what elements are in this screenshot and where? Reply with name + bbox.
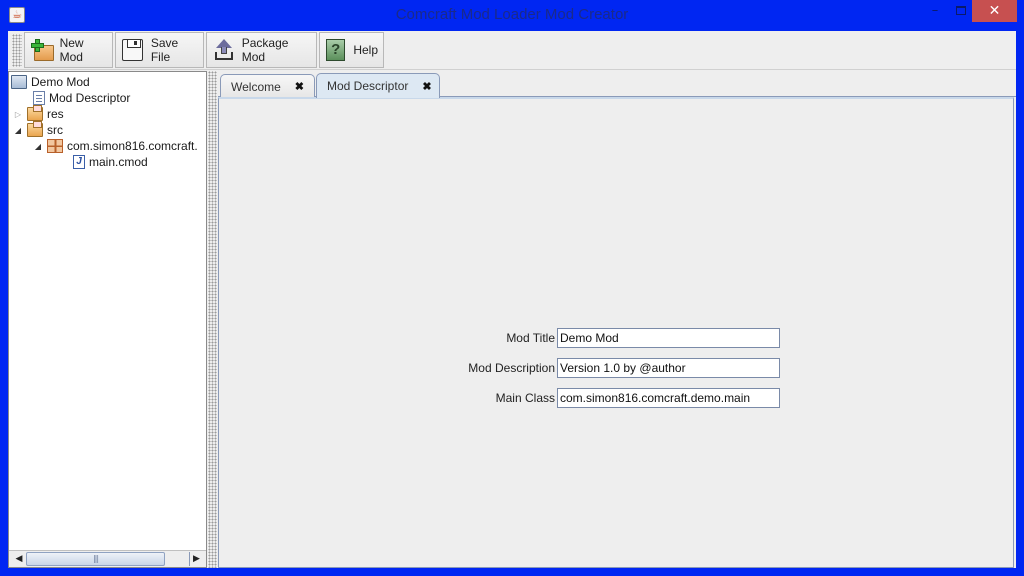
- tree-node-main-cmod[interactable]: J main.cmod: [73, 154, 148, 170]
- package-icon: [47, 139, 63, 153]
- help-icon: ?: [326, 39, 346, 61]
- save-file-button[interactable]: Save File: [115, 32, 204, 68]
- main-class-row: Main Class: [427, 388, 780, 408]
- new-folder-icon: [31, 39, 54, 61]
- split-pane-divider[interactable]: [208, 71, 217, 568]
- tree-node-package[interactable]: ◢ com.simon816.comcraft.: [33, 138, 198, 154]
- collapse-icon[interactable]: ◢: [13, 126, 23, 135]
- editor-tabs: Welcome ✖ Mod Descriptor ✖ Mod Title Mod…: [218, 71, 1016, 568]
- tree-node-label: com.simon816.comcraft.: [67, 139, 198, 153]
- toolbar: New Mod Save File Package Mod ? Help: [8, 31, 1016, 70]
- folder-icon: [27, 121, 43, 137]
- mod-title-row: Mod Title: [427, 328, 780, 348]
- client-area: New Mod Save File Package Mod ? Help Dem…: [8, 31, 1016, 568]
- app-window: ☕ Comcraft Mod Loader Mod Creator – ✕ Ne…: [0, 0, 1024, 576]
- scroll-right-button[interactable]: ▶: [189, 552, 203, 566]
- main-class-input[interactable]: [557, 388, 780, 408]
- java-file-icon: J: [73, 155, 85, 169]
- tab-mod-descriptor[interactable]: Mod Descriptor ✖: [316, 73, 440, 98]
- scrollbar-thumb[interactable]: |||: [26, 552, 165, 566]
- mod-description-row: Mod Description: [427, 358, 780, 378]
- mod-descriptor-panel: Mod Title Mod Description Main Class: [218, 97, 1014, 568]
- tree-node-res[interactable]: ▷ res: [13, 105, 64, 122]
- collapse-icon[interactable]: ◢: [33, 142, 43, 151]
- toolbar-grip[interactable]: [12, 34, 22, 67]
- main-class-label: Main Class: [495, 391, 555, 405]
- tree-node-demo-mod[interactable]: Demo Mod: [11, 74, 90, 90]
- new-mod-button[interactable]: New Mod: [24, 32, 113, 68]
- help-label: Help: [353, 43, 378, 57]
- mod-description-label: Mod Description: [468, 361, 555, 375]
- upload-icon: [213, 39, 234, 61]
- tree-node-label: res: [47, 107, 64, 121]
- maximize-button[interactable]: [950, 0, 972, 22]
- package-mod-label: Package Mod: [241, 36, 289, 64]
- tab-label: Welcome: [231, 79, 281, 94]
- close-tab-icon[interactable]: ✖: [295, 80, 304, 93]
- tree-node-mod-descriptor[interactable]: Mod Descriptor: [33, 90, 130, 106]
- tree-node-label: src: [47, 123, 63, 137]
- tab-strip: Welcome ✖ Mod Descriptor ✖: [218, 71, 1016, 98]
- tab-welcome[interactable]: Welcome ✖: [220, 74, 315, 98]
- floppy-disk-icon: [122, 39, 143, 61]
- close-button[interactable]: ✕: [972, 0, 1017, 22]
- tree-horizontal-scrollbar[interactable]: ◀ ||| ▶: [9, 550, 206, 567]
- save-file-label: Save File: [150, 36, 179, 64]
- mod-title-label: Mod Title: [506, 331, 555, 345]
- mod-description-input[interactable]: [557, 358, 780, 378]
- tree-node-src[interactable]: ◢ src: [13, 121, 63, 138]
- tree-node-label: Demo Mod: [31, 75, 90, 89]
- window-title: Comcraft Mod Loader Mod Creator: [395, 6, 629, 23]
- maximize-icon: [956, 6, 966, 15]
- new-mod-label: New Mod: [59, 36, 84, 64]
- tab-label: Mod Descriptor: [327, 79, 409, 93]
- mod-title-input[interactable]: [557, 328, 780, 348]
- scroll-left-button[interactable]: ◀: [12, 552, 26, 566]
- project-tree: Demo Mod Mod Descriptor ▷ res ◢ src ◢ co…: [9, 72, 206, 550]
- open-folder-icon: [11, 75, 27, 89]
- close-tab-icon[interactable]: ✖: [422, 80, 431, 93]
- document-icon: [33, 91, 45, 105]
- tree-node-label: Mod Descriptor: [49, 91, 131, 105]
- project-tree-panel: Demo Mod Mod Descriptor ▷ res ◢ src ◢ co…: [8, 71, 207, 568]
- expand-icon[interactable]: ▷: [13, 110, 23, 119]
- title-bar[interactable]: ☕ Comcraft Mod Loader Mod Creator – ✕: [0, 0, 1024, 31]
- tree-node-label: main.cmod: [89, 155, 148, 169]
- package-mod-button[interactable]: Package Mod: [206, 32, 317, 68]
- folder-icon: [27, 105, 43, 121]
- help-button[interactable]: ? Help: [319, 32, 384, 68]
- minimize-button[interactable]: –: [924, 0, 946, 22]
